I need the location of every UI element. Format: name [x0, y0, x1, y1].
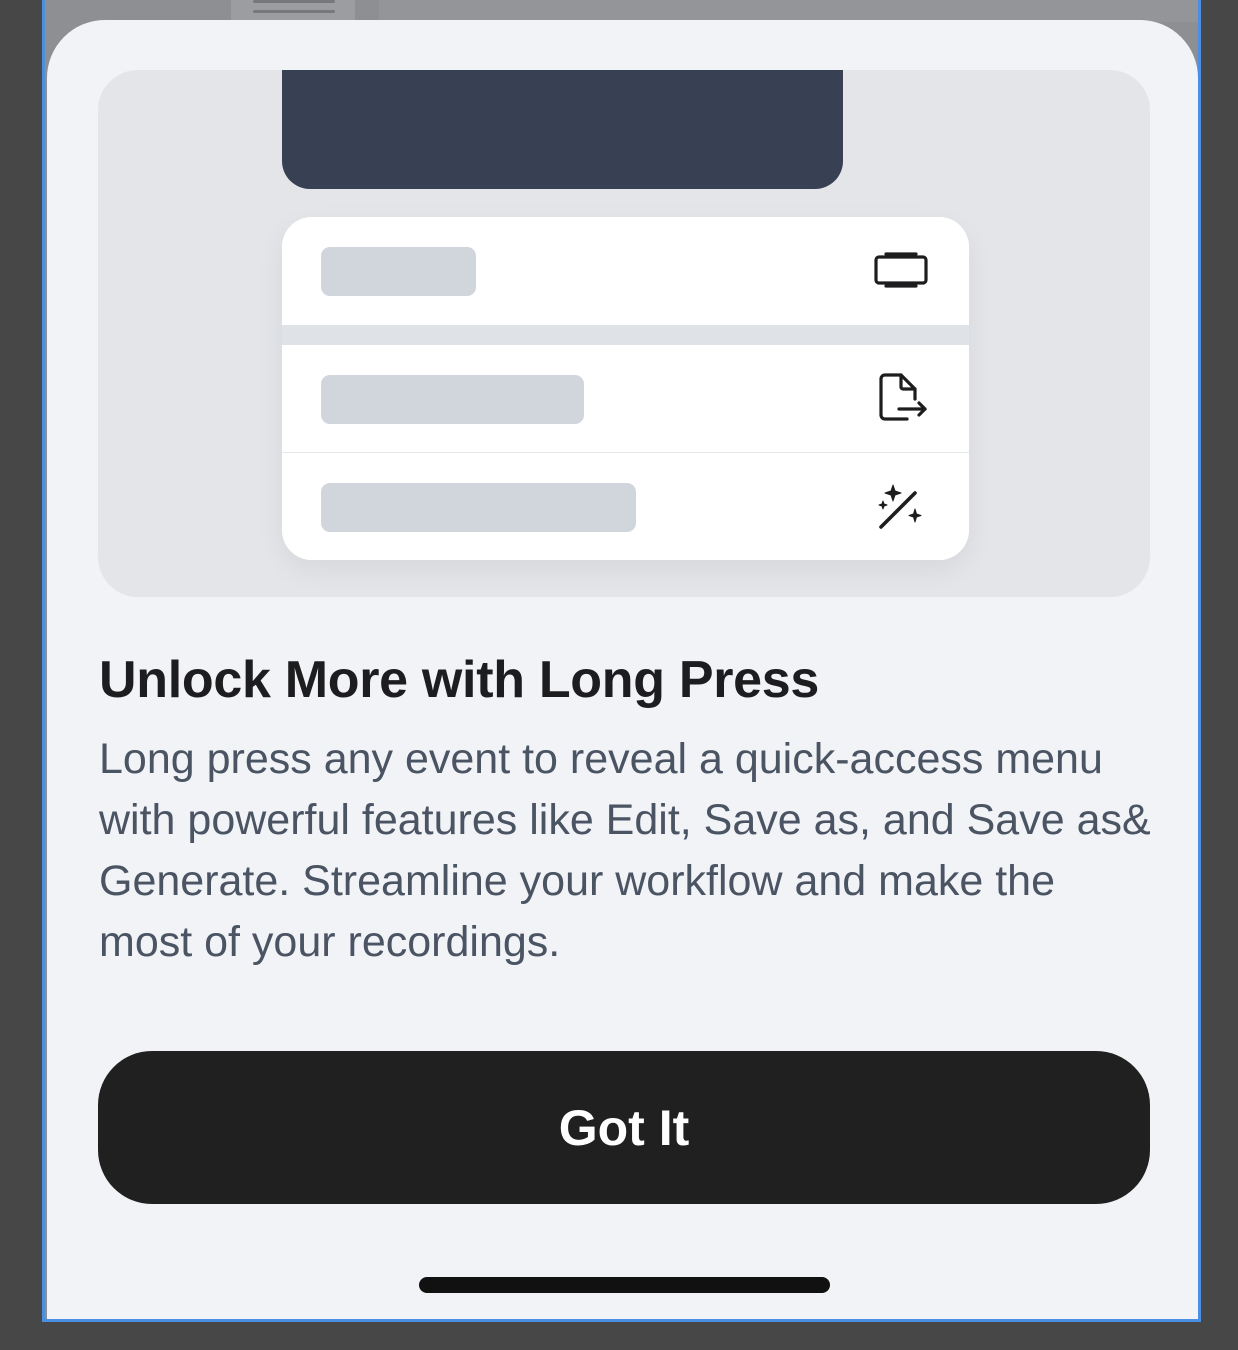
- background-content: [379, 0, 1198, 22]
- edit-frame-icon: [871, 243, 931, 299]
- event-card-preview: [282, 70, 843, 189]
- menu-row-save-as: [282, 345, 969, 453]
- got-it-button[interactable]: Got It: [98, 1051, 1150, 1204]
- menu-label-placeholder: [321, 375, 584, 424]
- sheet-title: Unlock More with Long Press: [99, 651, 820, 709]
- background-line: [253, 10, 335, 13]
- home-indicator: [419, 1277, 830, 1293]
- menu-row-save-generate: [282, 453, 969, 560]
- context-menu-preview: [282, 217, 969, 560]
- file-export-icon: [871, 371, 931, 427]
- device-frame: Unlock More with Long Press Long press a…: [42, 0, 1201, 1322]
- background-list-item: [231, 0, 355, 22]
- long-press-illustration: [98, 70, 1150, 597]
- sheet-description: Long press any event to reveal a quick-a…: [99, 735, 1151, 966]
- menu-label-placeholder: [321, 247, 476, 296]
- magic-wand-icon: [871, 479, 931, 535]
- menu-group-divider: [282, 325, 969, 345]
- menu-label-placeholder: [321, 483, 636, 532]
- bottom-sheet: Unlock More with Long Press Long press a…: [47, 20, 1198, 1319]
- background-line: [253, 0, 335, 3]
- menu-row-edit: [282, 217, 969, 325]
